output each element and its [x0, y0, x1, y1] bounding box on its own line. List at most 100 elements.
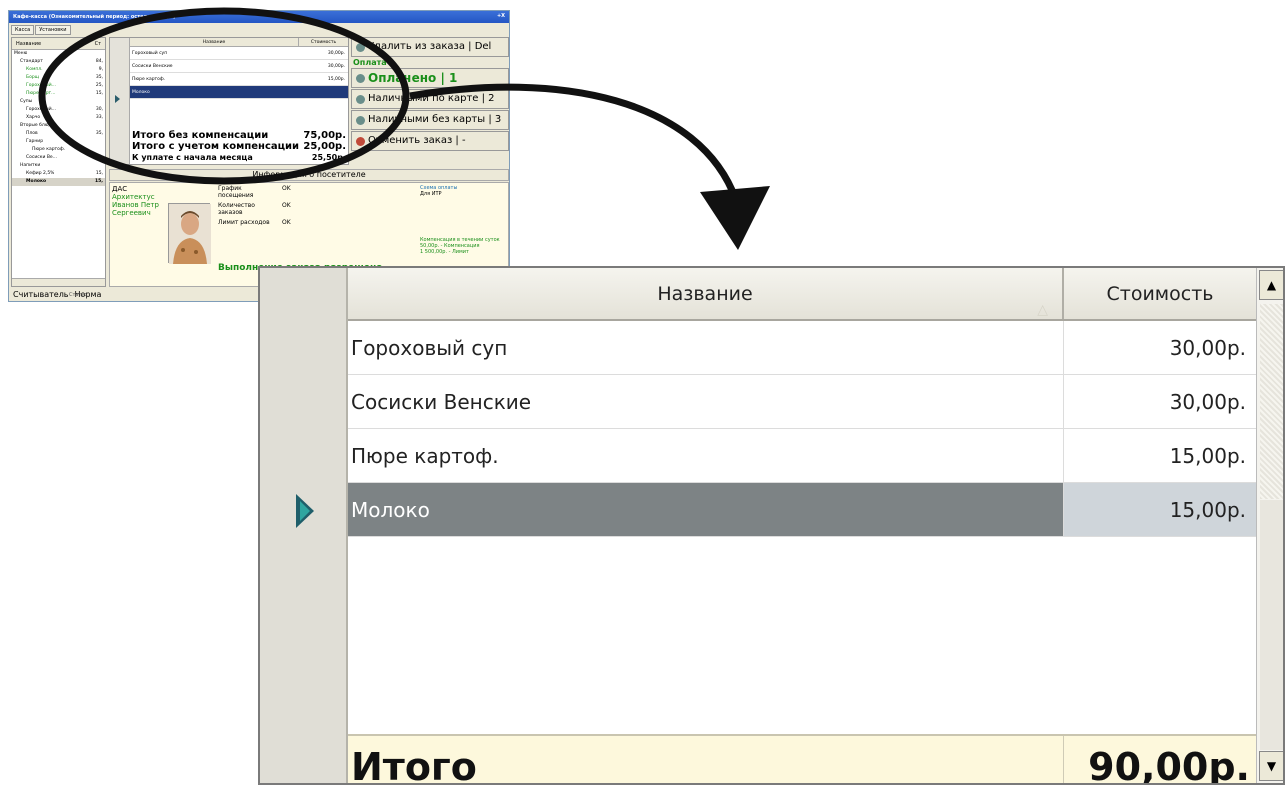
grid-cell-price: 15,00р. — [1169, 444, 1246, 468]
payment-header: Оплата — [353, 58, 387, 67]
menu-tree-item[interactable]: Молоко 15, — [12, 178, 105, 186]
order-row[interactable]: Молоко — [130, 86, 348, 99]
menu-tree-item[interactable]: Меню — [12, 50, 105, 58]
action-panel: Удалить из заказа | Del Оплата Оплачено … — [351, 37, 509, 152]
visitor-code: ДАС — [112, 185, 128, 193]
scrollbar-track[interactable] — [1260, 500, 1283, 750]
paid-icon — [356, 73, 365, 83]
cancel-icon — [356, 136, 365, 146]
menu-tree-item[interactable]: Вторые блюда — [12, 122, 105, 130]
order-row-name: Пюре картоф. — [132, 77, 166, 82]
menu-tree-item[interactable]: Пюре картоф. — [12, 146, 105, 154]
total-with-compensation-value: 25,00р. — [303, 141, 346, 152]
payment-scheme: Схема оплаты Для ИТР Компенсация в течен… — [420, 185, 508, 255]
order-row-price — [298, 86, 348, 98]
reader-status: Считыватель Норма — [11, 288, 251, 301]
menu-tree-item[interactable]: Гарнир — [12, 138, 105, 146]
menu-tree-item-price: 35, — [95, 75, 103, 80]
title-bar: Кафе-касса (Ознакомительный период: оста… — [9, 11, 509, 23]
menu-tree-item[interactable]: Гороховый... 25, — [12, 82, 105, 90]
cash-by-card-label: Наличными по карте | 2 — [368, 93, 495, 104]
order-row-price: 30,00р. — [327, 64, 345, 69]
grid-row[interactable]: Гороховый суп 30,00р. — [348, 321, 1256, 375]
menu-tree-item-label: Молоко — [26, 179, 47, 184]
column-header-price[interactable]: Стоимость — [1064, 268, 1256, 319]
column-header-name[interactable]: Название △ — [348, 268, 1064, 319]
grid-row[interactable]: Сосиски Венские 30,00р. — [348, 375, 1256, 429]
vertical-scrollbar[interactable]: ▲ ▼ — [1256, 268, 1283, 783]
person-photo-icon — [169, 204, 211, 264]
menu-tree-item[interactable]: Стандарт 84, — [12, 58, 105, 66]
menu-tree-item[interactable]: Плов 35, — [12, 130, 105, 138]
scroll-down-button[interactable]: ▼ — [1259, 751, 1283, 781]
grid-cell-price: 30,00р. — [1169, 336, 1246, 360]
check-schedule-value: OK — [282, 185, 291, 192]
menu-tree-item-price: 15, — [95, 179, 103, 184]
menu-tree-item[interactable]: Гороховый... 30, — [12, 106, 105, 114]
menu-tree-item[interactable]: Напитки — [12, 162, 105, 170]
order-rows: Гороховый суп 30,00р. Сосиски Венские 30,00… — [130, 47, 348, 99]
menu-tree-item-price: 15, — [95, 91, 103, 96]
menu-tree-item-label: Харчо — [26, 115, 41, 120]
payment-scheme-more: 1 500,00р. - Лимит — [420, 249, 469, 255]
visitor-checks: График посещения OK Количество заказов O… — [218, 185, 291, 229]
menu-tree-item-label: Гарнир — [26, 139, 44, 144]
total-no-compensation-value: 75,00р. — [303, 130, 346, 141]
tab-cashier[interactable]: Касса — [11, 25, 35, 35]
order-col-name[interactable]: Название — [130, 38, 298, 46]
menu-tree-item[interactable]: Супы — [12, 98, 105, 106]
total-value: 90,00р. — [1088, 745, 1250, 785]
menu-tree-hscroll[interactable] — [12, 278, 105, 286]
delete-from-order-button[interactable]: Удалить из заказа | Del — [351, 37, 509, 57]
menu-tree-header: Название Ст — [12, 38, 105, 50]
menu-tree-item-label: Сосиски Ве... — [26, 155, 57, 160]
menu-tree-item[interactable]: Компл. 9, — [12, 66, 105, 74]
order-row[interactable]: Пюре картоф. 15,00р. — [130, 73, 348, 86]
grid-row[interactable]: Пюре картоф. 15,00р. — [348, 429, 1256, 483]
order-row[interactable]: Сосиски Венские 30,00р. — [130, 60, 348, 73]
menu-tree-item[interactable]: Харчо 33, — [12, 114, 105, 122]
window-title: Кафе-касса (Ознакомительный период: оста… — [13, 14, 176, 20]
order-grid-thumbnail: Название Стоимость Гороховый суп 30,00р. С… — [109, 37, 349, 165]
menu-tree-item[interactable]: Сосиски Ве... 30, — [12, 154, 105, 162]
grid-cell-name: Молоко — [348, 483, 1064, 536]
window-controls[interactable]: +X — [497, 13, 505, 19]
grid-cell-name: Сосиски Венские — [348, 375, 1064, 428]
grid-cell-name: Гороховый суп — [348, 321, 1064, 374]
scrollbar-thumb[interactable] — [1260, 304, 1283, 499]
menu-tree-item-price: 33, — [95, 115, 103, 120]
tab-settings[interactable]: Установки — [35, 25, 71, 35]
menu-col-price[interactable]: Ст — [95, 41, 101, 47]
paid-button[interactable]: Оплачено | 1 — [351, 68, 509, 88]
month-to-date: К уплате с начала месяца 25,50р. — [130, 152, 348, 163]
menu-tree: Название Ст Меню Стандарт 84, Компл. 9, Борщ 3… — [11, 37, 106, 287]
order-grid-header: Название Стоимость — [130, 38, 348, 47]
current-row-indicator-highlight — [300, 501, 310, 521]
cancel-order-button[interactable]: Отменить заказ | - — [351, 131, 509, 151]
menu-tree-item-label: Супы — [20, 99, 33, 104]
menu-tree-item-label: Пюре карт... — [26, 91, 56, 96]
menu-tree-item[interactable]: Пюре карт... 15, — [12, 90, 105, 98]
visitor-name-line2: Сергеевич — [112, 209, 151, 217]
menu-tree-item-price: 30, — [95, 155, 103, 160]
status-label: Статус: — [69, 292, 89, 298]
check-limit: Лимит расходов OK — [218, 219, 291, 226]
cash-without-card-button[interactable]: Наличными без карты | 3 — [351, 110, 509, 130]
menu-col-name[interactable]: Название — [16, 41, 41, 47]
menu-tree-item-price: 9, — [98, 67, 103, 72]
visitor-details: ДАС Архитектус Иванов Петр Сергеевич — [112, 185, 159, 217]
month-to-date-value: 25,50р. — [311, 153, 346, 162]
total-no-compensation: Итого без компенсации 75,00р. — [130, 130, 348, 141]
order-totals: Итого без компенсации 75,00р. Итого с уч… — [130, 130, 348, 163]
menu-tree-item-label: Стандарт — [20, 59, 43, 64]
order-row[interactable]: Гороховый суп 30,00р. — [130, 47, 348, 60]
grid-row[interactable]: Молоко 15,00р. — [348, 483, 1256, 537]
order-col-price[interactable]: Стоимость — [298, 38, 348, 46]
cash-by-card-button[interactable]: Наличными по карте | 2 — [351, 89, 509, 109]
menu-tree-item[interactable]: Кефир 2,5% 15, — [12, 170, 105, 178]
order-grid-zoomed: Название △ Стоимость Гороховый суп 30,00р… — [258, 266, 1285, 785]
callout-arrow-head-icon — [700, 186, 770, 250]
menu-tree-item[interactable]: Борщ 35, — [12, 74, 105, 82]
scroll-up-button[interactable]: ▲ — [1259, 270, 1283, 300]
menu-tree-item-price: 15, — [95, 171, 103, 176]
